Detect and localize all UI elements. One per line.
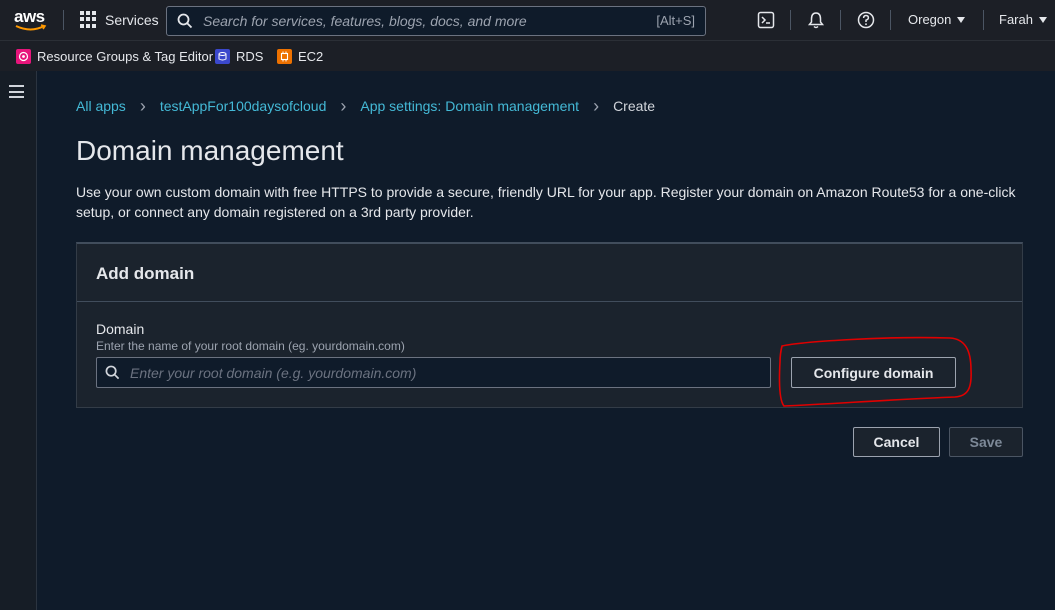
save-button[interactable]: Save xyxy=(949,427,1023,457)
nav-divider xyxy=(983,10,984,30)
caret-down-icon xyxy=(1038,16,1047,23)
nav-divider xyxy=(790,10,791,30)
breadcrumb-app[interactable]: testAppFor100daysofcloud xyxy=(160,98,327,114)
cancel-button[interactable]: Cancel xyxy=(853,427,940,457)
cloudshell-icon[interactable] xyxy=(757,11,775,29)
chevron-right-icon: › xyxy=(340,96,347,116)
resource-groups-icon xyxy=(16,49,31,64)
domain-input-placeholder: Enter your root domain (e.g. yourdomain.… xyxy=(130,364,417,381)
nav-divider xyxy=(840,10,841,30)
domain-input[interactable]: Enter your root domain (e.g. yourdomain.… xyxy=(96,357,771,388)
breadcrumb-current: Create xyxy=(613,98,656,114)
favorite-label: RDS xyxy=(236,49,264,64)
region-label: Oregon xyxy=(908,12,952,27)
page-title: Domain management xyxy=(76,135,344,166)
favorite-label: Resource Groups & Tag Editor xyxy=(37,49,214,64)
chevron-right-icon: › xyxy=(593,96,600,116)
aws-smile-icon xyxy=(15,24,47,31)
search-icon xyxy=(177,13,193,29)
nav-divider xyxy=(63,10,64,30)
account-name: Farah xyxy=(999,12,1033,27)
caret-down-icon xyxy=(957,16,966,23)
nav-divider xyxy=(890,10,891,30)
services-label: Services xyxy=(105,11,159,28)
top-navigation: aws Services Search for services, featur… xyxy=(0,0,1055,40)
favorites-bar: Resource Groups & Tag Editor RDS EC2 xyxy=(0,40,1055,71)
rds-icon xyxy=(215,49,230,64)
search-placeholder: Search for services, features, blogs, do… xyxy=(203,13,527,29)
chevron-right-icon: › xyxy=(139,96,146,116)
breadcrumb-domain-management[interactable]: App settings: Domain management xyxy=(360,98,579,114)
domain-field-description: Enter the name of your root domain (eg. … xyxy=(96,339,405,353)
panel-title: Add domain xyxy=(96,264,195,283)
global-search-input[interactable]: Search for services, features, blogs, do… xyxy=(166,6,706,36)
search-icon xyxy=(105,365,120,380)
menu-icon[interactable] xyxy=(9,85,24,98)
aws-logo[interactable]: aws xyxy=(13,7,49,33)
favorite-label: EC2 xyxy=(298,49,324,64)
services-grid-icon xyxy=(80,11,97,28)
bell-icon[interactable] xyxy=(807,11,825,29)
breadcrumb-all-apps[interactable]: All apps xyxy=(76,98,126,114)
domain-field-label: Domain xyxy=(96,321,145,337)
favorite-resource-groups[interactable]: Resource Groups & Tag Editor xyxy=(16,49,213,64)
favorite-rds[interactable]: RDS xyxy=(215,49,263,64)
breadcrumb: All apps › testAppFor100daysofcloud › Ap… xyxy=(76,96,656,116)
side-navigation-rail xyxy=(0,71,37,610)
add-domain-panel: Add domain Domain Enter the name of your… xyxy=(76,242,1023,408)
region-selector[interactable]: Oregon xyxy=(908,12,966,27)
search-shortcut: [Alt+S] xyxy=(656,13,695,28)
page-description: Use your own custom domain with free HTT… xyxy=(76,184,1016,220)
favorite-ec2[interactable]: EC2 xyxy=(277,49,323,64)
services-menu[interactable]: Services xyxy=(80,11,159,28)
ec2-icon xyxy=(277,49,292,64)
panel-header: Add domain xyxy=(77,244,1022,302)
account-menu[interactable]: Farah xyxy=(999,12,1047,27)
help-icon[interactable] xyxy=(857,11,875,29)
configure-domain-button[interactable]: Configure domain xyxy=(791,357,956,388)
